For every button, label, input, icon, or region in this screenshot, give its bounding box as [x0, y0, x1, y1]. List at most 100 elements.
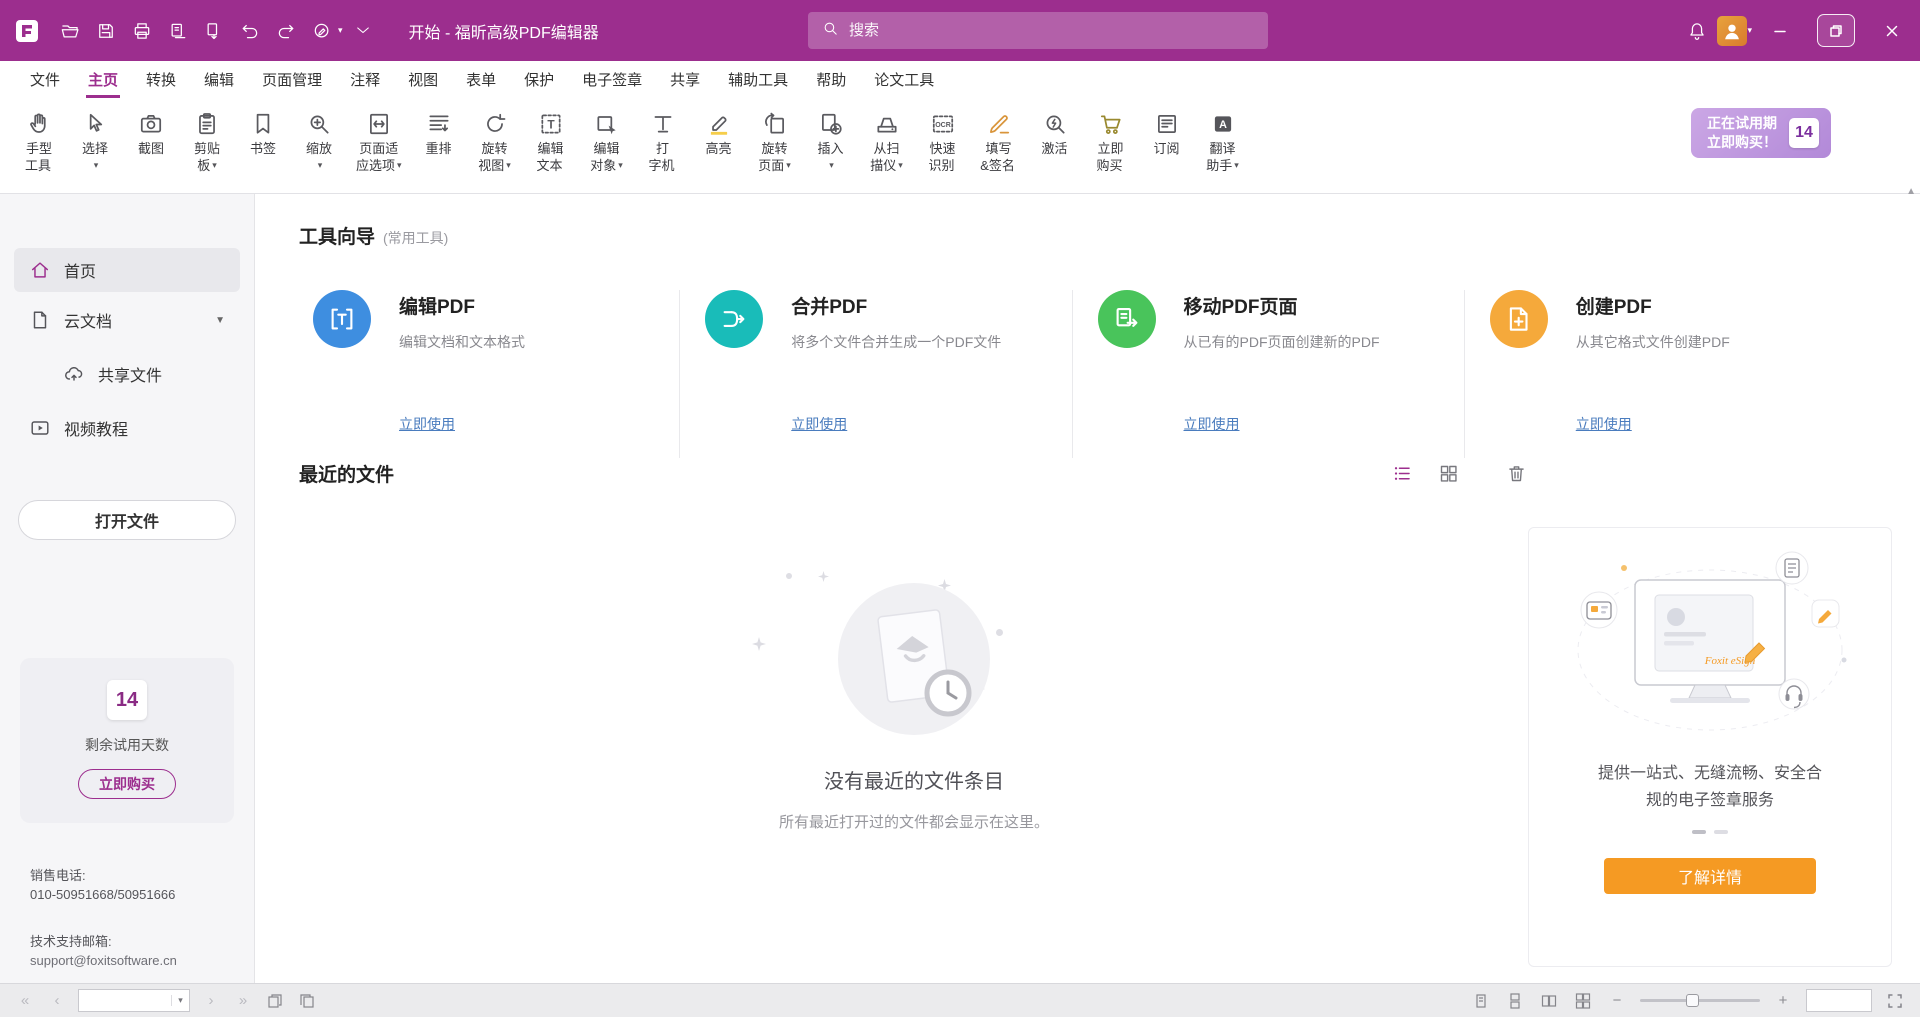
use-now-link[interactable]: 立即使用 [1576, 414, 1632, 434]
export-button[interactable] [198, 15, 230, 47]
zoom-slider-thumb[interactable] [1686, 994, 1699, 1007]
continuous-facing-view-button[interactable] [1572, 990, 1594, 1012]
activate-tool[interactable]: 激活 [1032, 105, 1078, 176]
clear-recent-button[interactable] [1503, 461, 1529, 487]
tool-card-create-pdf[interactable]: 创建PDF 从其它格式文件创建PDF 立即使用 [1464, 290, 1856, 470]
carousel-dot-active[interactable] [1692, 830, 1706, 834]
first-page-button[interactable]: « [14, 990, 36, 1012]
page-number-input[interactable] [79, 993, 171, 1008]
from-scanner-tool[interactable]: 从扫 描仪▾ [864, 105, 910, 176]
user-avatar[interactable] [1717, 16, 1747, 46]
quick-sign-caret-icon[interactable]: ▾ [338, 25, 343, 36]
select-tool[interactable]: 选择 ▾ [72, 105, 118, 176]
search-input[interactable] [849, 22, 1254, 39]
menu-item-paper-tools[interactable]: 论文工具 [860, 61, 948, 98]
fill-sign-tool[interactable]: 填写 &签名 [976, 105, 1022, 176]
buy-now-tool[interactable]: 立即 购买 [1088, 105, 1134, 176]
clipboard-tool[interactable]: 剪贴 板▾ [184, 105, 230, 176]
use-now-link[interactable]: 立即使用 [1184, 414, 1240, 434]
hand-tool[interactable]: 手型 工具 [16, 105, 62, 176]
minimize-button[interactable] [1752, 0, 1808, 61]
bookmark-tool[interactable]: 书签 [240, 105, 286, 176]
highlight-tool[interactable]: 高亮 [696, 105, 742, 176]
menu-item-form[interactable]: 表单 [452, 61, 510, 98]
menu-item-accessibility[interactable]: 辅助工具 [714, 61, 802, 98]
fullscreen-button[interactable] [1884, 990, 1906, 1012]
trial-card-days: 14 [107, 680, 147, 720]
menu-item-view[interactable]: 视图 [394, 61, 452, 98]
list-view-button[interactable] [1389, 461, 1415, 487]
support-email[interactable]: support@foxitsoftware.cn [30, 951, 177, 970]
zoom-in-button[interactable]: + [1772, 990, 1794, 1012]
menu-item-convert[interactable]: 转换 [132, 61, 190, 98]
open-file-sidebar-button[interactable]: 打开文件 [18, 500, 236, 540]
restore-button[interactable] [1808, 0, 1864, 61]
rotate-view-tool[interactable]: 旋转 视图▾ [472, 105, 518, 176]
learn-more-button[interactable]: 了解详情 [1604, 858, 1816, 894]
next-view-button[interactable] [296, 990, 318, 1012]
undo-button[interactable] [234, 15, 266, 47]
search-box[interactable] [808, 12, 1268, 49]
notifications-button[interactable] [1681, 15, 1713, 47]
redo-button[interactable] [270, 15, 302, 47]
menu-item-protect[interactable]: 保护 [510, 61, 568, 98]
edit-object-tool[interactable]: 编辑 对象▾ [584, 105, 630, 176]
tool-card-move-pdf-pages[interactable]: 移动PDF页面 从已有的PDF页面创建新的PDF 立即使用 [1072, 290, 1464, 470]
reflow-tool[interactable]: 重排 [416, 105, 462, 176]
previous-view-button[interactable] [264, 990, 286, 1012]
carousel-dots[interactable] [1692, 830, 1728, 834]
use-now-link[interactable]: 立即使用 [399, 414, 455, 434]
rotate-pages-tool[interactable]: 旋转 页面▾ [752, 105, 798, 176]
save-button[interactable] [90, 15, 122, 47]
tool-card-edit-pdf[interactable]: 编辑PDF 编辑文档和文本格式 立即使用 [299, 290, 679, 470]
insert-pages-tool[interactable]: 插入 ▾ [808, 105, 854, 176]
subscribe-tool[interactable]: 订阅 [1144, 105, 1190, 176]
page-fit-tool[interactable]: 页面适 应选项▾ [352, 105, 406, 176]
cloud-docs-caret-icon[interactable]: ▼ [215, 315, 225, 326]
grid-view-button[interactable] [1435, 461, 1461, 487]
typewriter-tool[interactable]: 打 字机 [640, 105, 686, 176]
menu-item-help[interactable]: 帮助 [802, 61, 860, 98]
share-button[interactable] [162, 15, 194, 47]
menu-item-file[interactable]: 文件 [16, 61, 74, 98]
close-button[interactable] [1864, 0, 1920, 61]
edit-text-tool[interactable]: T 编辑 文本 [528, 105, 574, 176]
menu-item-esign[interactable]: 电子签章 [568, 61, 656, 98]
edit-pdf-icon [313, 290, 371, 348]
quick-ocr-tool[interactable]: OCR 快速 识别 [920, 105, 966, 176]
snapshot-tool[interactable]: 截图 [128, 105, 174, 176]
menu-item-home[interactable]: 主页 [74, 61, 132, 98]
zoom-slider[interactable] [1640, 999, 1760, 1002]
last-page-button[interactable]: » [232, 990, 254, 1012]
open-file-button[interactable] [54, 15, 86, 47]
page-number-box[interactable]: ▾ [78, 989, 190, 1012]
page-dropdown-caret-icon[interactable]: ▾ [171, 995, 189, 1006]
quick-sign-button[interactable] [306, 15, 338, 47]
customize-quick-access-button[interactable] [347, 15, 379, 47]
sidebar-item-video-tutorials[interactable]: 视频教程 [14, 406, 240, 450]
single-page-view-button[interactable] [1470, 990, 1492, 1012]
sidebar-item-cloud-docs[interactable]: 云文档 ▼ [14, 298, 240, 342]
print-button[interactable] [126, 15, 158, 47]
use-now-link[interactable]: 立即使用 [791, 414, 847, 434]
zoom-out-button[interactable]: − [1606, 990, 1628, 1012]
menu-item-comment[interactable]: 注释 [336, 61, 394, 98]
zoom-percent-input[interactable] [1807, 990, 1871, 1011]
scrollbar-up-arrow[interactable]: ▲ [1906, 186, 1916, 197]
continuous-view-button[interactable] [1504, 990, 1526, 1012]
menu-item-edit[interactable]: 编辑 [190, 61, 248, 98]
sidebar-item-home[interactable]: 首页 [14, 248, 240, 292]
zoom-tool[interactable]: 缩放 ▾ [296, 105, 342, 176]
next-page-button[interactable]: › [200, 990, 222, 1012]
translate-assistant-tool[interactable]: A 翻译 助手▾ [1200, 105, 1246, 176]
carousel-dot[interactable] [1714, 830, 1728, 834]
zoom-percent-box[interactable] [1806, 989, 1872, 1012]
prev-page-button[interactable]: ‹ [46, 990, 68, 1012]
facing-view-button[interactable] [1538, 990, 1560, 1012]
buy-now-button[interactable]: 立即购买 [78, 769, 176, 799]
sidebar-item-shared-files[interactable]: 共享文件 [48, 352, 240, 396]
tool-card-merge-pdf[interactable]: 合并PDF 将多个文件合并生成一个PDF文件 立即使用 [679, 290, 1071, 470]
menu-item-share[interactable]: 共享 [656, 61, 714, 98]
trial-badge[interactable]: 正在试用期 立即购买！ 14 [1691, 108, 1831, 158]
menu-item-page-manage[interactable]: 页面管理 [248, 61, 336, 98]
